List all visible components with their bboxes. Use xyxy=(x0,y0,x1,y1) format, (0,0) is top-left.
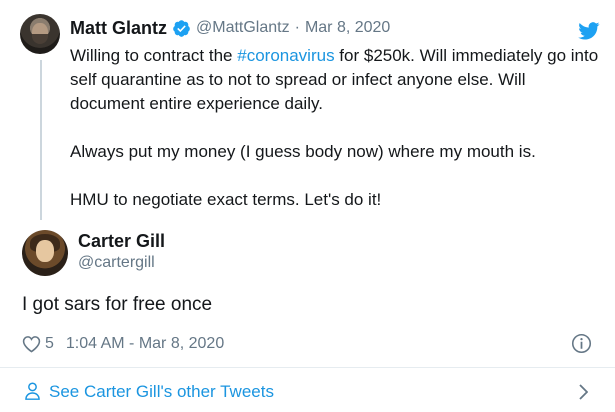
reply-timestamp[interactable]: 1:04 AM - Mar 8, 2020 xyxy=(66,335,224,353)
reply-text: I got sars for free once xyxy=(22,294,213,315)
see-other-tweets-link[interactable]: See Carter Gill's other Tweets xyxy=(0,368,615,412)
tweet-paragraph-1: Willing to contract the #coronavirus for… xyxy=(70,44,600,116)
tweet-paragraph-3: HMU to negotiate exact terms. Let's do i… xyxy=(70,190,382,209)
twitter-bird-icon[interactable] xyxy=(578,22,600,40)
reply-meta: 5 1:04 AM - Mar 8, 2020 xyxy=(22,334,224,354)
hashtag-link[interactable]: #coronavirus xyxy=(237,46,334,65)
heart-icon[interactable] xyxy=(22,335,41,353)
reply-author-name[interactable]: Carter Gill xyxy=(78,231,165,252)
tweet-date[interactable]: Mar 8, 2020 xyxy=(305,19,390,37)
chevron-right-icon[interactable] xyxy=(578,384,588,400)
thread-line xyxy=(40,60,42,220)
see-other-tweets-label[interactable]: See Carter Gill's other Tweets xyxy=(49,382,274,402)
tweet-paragraph-2: Always put my money (I guess body now) w… xyxy=(70,142,536,161)
parent-tweet-text: Willing to contract the #coronavirus for… xyxy=(70,44,600,212)
avatar-matt-glantz[interactable] xyxy=(20,14,60,54)
separator-dot: · xyxy=(294,19,300,36)
verified-icon xyxy=(173,19,190,37)
person-icon xyxy=(25,382,40,400)
reply-author-handle[interactable]: @cartergill xyxy=(78,254,155,272)
like-count: 5 xyxy=(45,335,54,352)
author-name[interactable]: Matt Glantz xyxy=(70,18,167,39)
text-segment: Willing to contract the xyxy=(70,46,238,65)
avatar-carter-gill[interactable] xyxy=(22,230,68,276)
parent-tweet[interactable]: Matt Glantz @MattGlantz · Mar 8, 2020 Wi… xyxy=(0,0,615,222)
info-icon[interactable] xyxy=(571,333,592,354)
parent-tweet-header: Matt Glantz @MattGlantz · Mar 8, 2020 xyxy=(70,17,390,39)
author-handle[interactable]: @MattGlantz xyxy=(196,19,290,37)
